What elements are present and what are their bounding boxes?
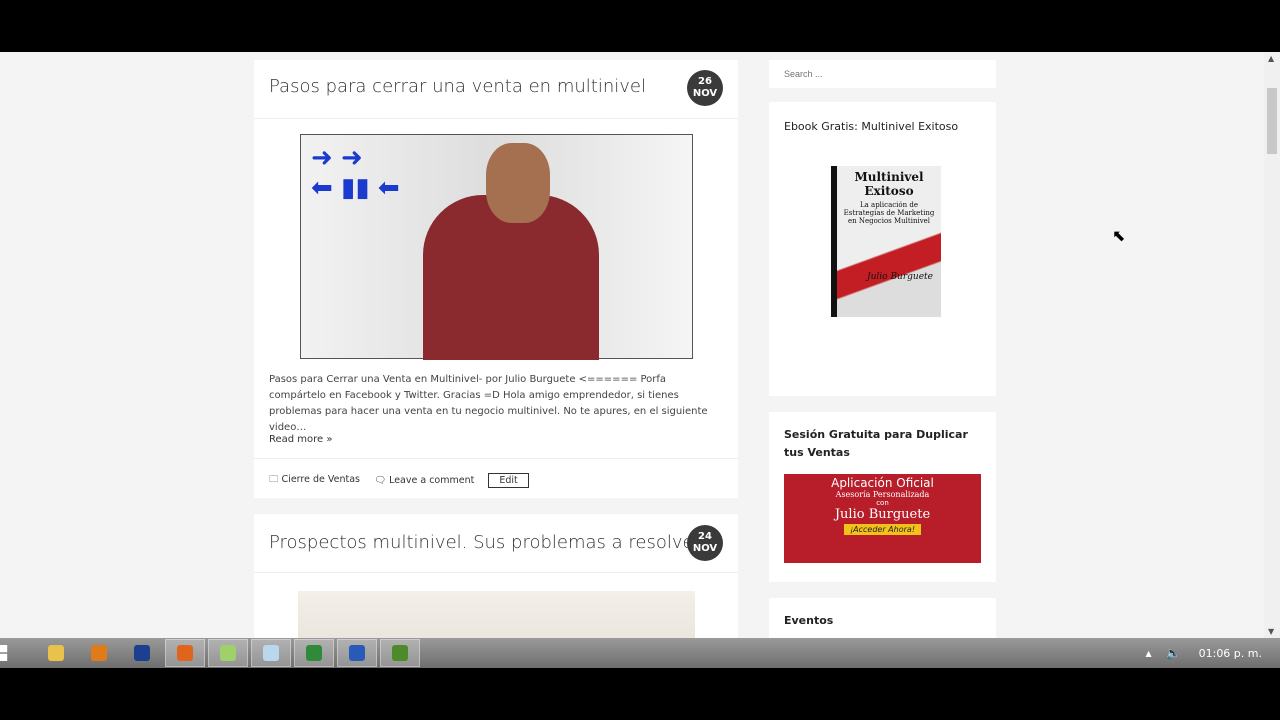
taskbar: ▲ 🔈 01:06 p. m. [0,638,1280,668]
mouse-cursor: ⬉ [1112,226,1126,245]
excel-icon [306,645,322,661]
post-video-thumbnail[interactable]: ➜ ➜ ⬅ ▮▮ ⬅ [300,134,693,360]
scroll-down-icon[interactable]: ▼ [1268,627,1274,636]
comment-icon: 🗨 [373,474,387,486]
taskbar-app-word[interactable] [337,639,377,667]
word-icon [349,645,365,661]
scrollbar[interactable]: ▲ ▼ [1264,52,1280,638]
date-month: NOV [692,88,718,99]
ebook-cover[interactable]: Multinivel Exitoso La aplicación de Estr… [831,166,941,317]
divider [254,572,738,573]
taskbar-app-folder-app[interactable] [208,639,248,667]
banner-line: Julio Burguete [834,507,931,522]
post-excerpt: Pasos para Cerrar una Venta en Multinive… [269,374,708,433]
session-banner[interactable]: Aplicación Oficial Asesoría Personalizad… [784,474,981,563]
banner-line: Asesoría Personalizada [835,490,930,499]
date-day: 26 [698,76,712,87]
post-card: Pasos para cerrar una venta en multinive… [254,60,738,498]
post-title[interactable]: Prospectos multinivel. Sus problemas a r… [269,532,705,553]
taskbar-app-excel[interactable] [294,639,334,667]
post-meta: 🗀 Cierre de Ventas 🗨 Leave a comment Edi… [269,472,529,488]
banner-cta: ¡Acceder Ahora! [843,524,922,535]
taskbar-apps [36,639,423,667]
firefox-icon [177,645,193,661]
post-date-badge: 26 NOV [687,70,723,106]
taskbar-app-photoshop[interactable] [122,639,162,667]
taskbar-app-explorer[interactable] [36,639,76,667]
divider [254,458,738,459]
read-more-link[interactable]: Read more » [269,434,333,445]
web-page: Pasos para cerrar una venta en multinive… [0,52,1280,638]
widget-title: Sesión Gratuita para Duplicar tus Ventas [784,428,968,459]
category-label: Cierre de Ventas [281,474,360,485]
folder-icon: 🗀 [269,474,279,485]
clock[interactable]: 01:06 p. m. [1199,647,1262,660]
taskbar-app-firefox[interactable] [165,639,205,667]
person-head [486,143,550,223]
scrollbar-thumb[interactable] [1267,88,1277,154]
scroll-up-icon[interactable]: ▲ [1268,54,1274,63]
cover-title: Multinivel Exitoso [854,170,924,198]
post-title[interactable]: Pasos para cerrar una venta en multinive… [269,76,646,97]
widget-title: Ebook Gratis: Multinivel Exitoso [784,120,959,133]
post-card: Prospectos multinivel. Sus problemas a r… [254,514,738,638]
banner-line: Aplicación Oficial [831,476,934,490]
post-date-badge: 24 NOV [687,525,723,561]
volume-icon[interactable]: 🔈 [1166,646,1181,660]
session-widget: Sesión Gratuita para Duplicar tus Ventas… [769,412,996,582]
excel-2-icon [392,645,408,661]
notepad-icon [263,645,279,661]
taskbar-app-notepad[interactable] [251,639,291,667]
date-month: NOV [692,543,718,554]
app-orange-icon [91,645,107,661]
events-widget: Eventos [769,598,996,638]
sales-diagram: ➜ ➜ ⬅ ▮▮ ⬅ [311,143,400,203]
cover-subtitle: La aplicación de Estrategias de Marketin… [843,201,935,225]
category-link[interactable]: 🗀 Cierre de Ventas [269,472,360,488]
ebook-widget: Ebook Gratis: Multinivel Exitoso Multini… [769,102,996,396]
tray-arrow-icon[interactable]: ▲ [1146,649,1152,658]
divider [254,118,738,119]
date-day: 24 [698,531,712,542]
search-input[interactable] [769,60,996,88]
banner-line: con [876,499,889,507]
taskbar-app-excel-2[interactable] [380,639,420,667]
comment-label: Leave a comment [389,474,475,486]
start-button[interactable] [0,645,8,661]
explorer-icon [48,645,64,661]
comment-link[interactable]: 🗨 Leave a comment [374,475,474,486]
cover-author: Julio Burguete [867,272,933,282]
folder-app-icon [220,645,236,661]
photoshop-icon [134,645,150,661]
taskbar-app-app-orange[interactable] [79,639,119,667]
edit-button[interactable]: Edit [488,472,529,488]
widget-title: Eventos [784,614,834,627]
post-thumbnail[interactable] [298,591,695,638]
